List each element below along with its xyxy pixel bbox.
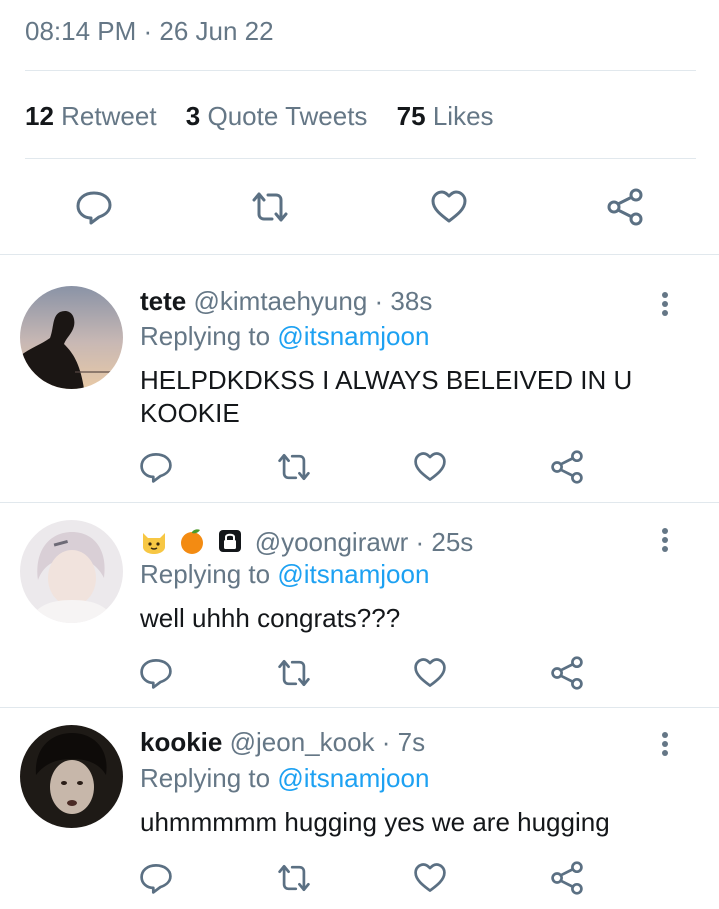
share-icon[interactable] bbox=[549, 860, 585, 896]
quote-label: Quote Tweets bbox=[207, 101, 368, 131]
reply-text: well uhhh congrats??? bbox=[140, 603, 401, 633]
display-name[interactable]: kookie bbox=[140, 727, 222, 757]
user-handle[interactable]: @yoongirawr bbox=[255, 527, 409, 557]
replying-prefix: Replying to bbox=[140, 763, 271, 793]
replying-mention[interactable]: @itsnamjoon bbox=[277, 763, 429, 793]
share-icon[interactable] bbox=[605, 187, 645, 227]
tweet-action-bar bbox=[0, 187, 719, 227]
share-icon[interactable] bbox=[549, 655, 585, 691]
heart-icon[interactable] bbox=[412, 449, 448, 485]
retweet-icon[interactable] bbox=[276, 860, 312, 896]
likes-label: Likes bbox=[432, 101, 494, 131]
retweet-count: 12 bbox=[25, 101, 54, 131]
reply-time: · 7s bbox=[381, 727, 426, 757]
reply-text: HELPDKDKSS I ALWAYS BELEIVED IN U KOOKIE bbox=[140, 365, 633, 428]
tweet-timestamp: 08:14 PM · 26 Jun 22 bbox=[25, 16, 274, 46]
avatar[interactable] bbox=[20, 286, 123, 389]
replying-prefix: Replying to bbox=[140, 321, 271, 351]
display-name[interactable]: tete bbox=[140, 286, 186, 316]
avatar[interactable] bbox=[20, 520, 123, 623]
lock-icon bbox=[216, 527, 244, 555]
heart-icon[interactable] bbox=[412, 860, 448, 896]
reply-icon[interactable] bbox=[138, 449, 174, 485]
heart-icon[interactable] bbox=[429, 187, 469, 227]
reply-action-bar bbox=[0, 449, 719, 489]
reply-item[interactable]: @yoongirawr · 25s Replying to @itsnamjoo… bbox=[0, 503, 719, 707]
replying-to: Replying to @itsnamjoon bbox=[140, 763, 429, 794]
replying-to: Replying to @itsnamjoon bbox=[140, 321, 429, 352]
more-vertical-icon[interactable] bbox=[655, 526, 675, 556]
divider bbox=[25, 70, 696, 71]
reply-icon[interactable] bbox=[138, 655, 174, 691]
user-handle[interactable]: @jeon_kook bbox=[230, 727, 375, 757]
more-vertical-icon[interactable] bbox=[655, 290, 675, 320]
replying-prefix: Replying to bbox=[140, 559, 271, 589]
avatar[interactable] bbox=[20, 725, 123, 828]
divider bbox=[25, 158, 696, 159]
quote-stat[interactable]: 3 Quote Tweets bbox=[186, 101, 368, 132]
heart-icon[interactable] bbox=[412, 655, 448, 691]
reply-item[interactable]: kookie @jeon_kook · 7s Replying to @itsn… bbox=[0, 708, 719, 909]
reply-header: tete @kimtaehyung · 38s bbox=[140, 286, 432, 317]
reply-text: uhmmmmm hugging yes we are hugging bbox=[140, 807, 610, 837]
reply-action-bar bbox=[0, 860, 719, 900]
quote-count: 3 bbox=[185, 101, 201, 131]
reply-header: @yoongirawr · 25s bbox=[140, 527, 473, 558]
reply-action-bar bbox=[0, 655, 719, 695]
reply-header: kookie @jeon_kook · 7s bbox=[140, 727, 425, 758]
reply-time: · 25s bbox=[415, 527, 474, 557]
retweet-icon[interactable] bbox=[276, 655, 312, 691]
more-vertical-icon[interactable] bbox=[655, 730, 675, 760]
retweet-stat[interactable]: 12 Retweet bbox=[25, 101, 157, 132]
tangerine-emoji bbox=[178, 527, 206, 555]
retweet-icon[interactable] bbox=[250, 187, 290, 227]
retweet-icon[interactable] bbox=[276, 449, 312, 485]
share-icon[interactable] bbox=[549, 449, 585, 485]
user-handle[interactable]: @kimtaehyung bbox=[193, 286, 367, 316]
replying-mention[interactable]: @itsnamjoon bbox=[277, 559, 429, 589]
reply-icon[interactable] bbox=[74, 187, 114, 227]
reply-icon[interactable] bbox=[138, 860, 174, 896]
likes-stat[interactable]: 75 Likes bbox=[397, 101, 494, 132]
retweet-label: Retweet bbox=[61, 101, 157, 131]
reply-time: · 38s bbox=[374, 286, 433, 316]
cat-face-emoji bbox=[140, 527, 168, 555]
tweet-stats: 12 Retweet 3 Quote Tweets 75 Likes bbox=[25, 101, 516, 132]
likes-count: 75 bbox=[396, 101, 426, 131]
replying-mention[interactable]: @itsnamjoon bbox=[277, 321, 429, 351]
reply-item[interactable]: tete @kimtaehyung · 38s Replying to @its… bbox=[0, 255, 719, 502]
replying-to: Replying to @itsnamjoon bbox=[140, 559, 429, 590]
